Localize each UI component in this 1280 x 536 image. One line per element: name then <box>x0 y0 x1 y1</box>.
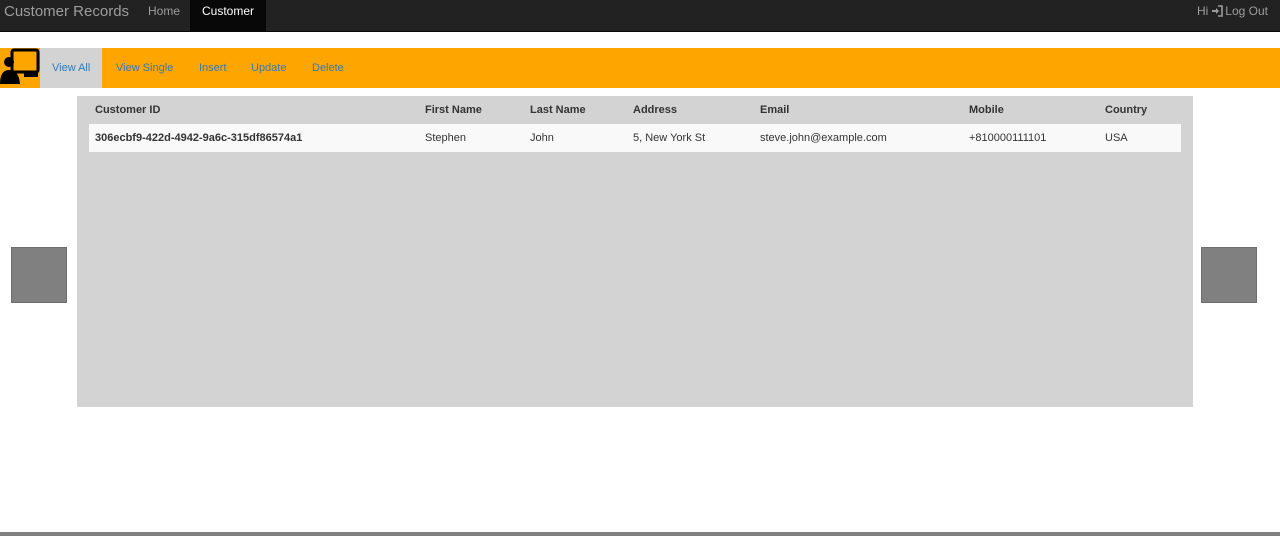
nav-customer[interactable]: Customer <box>190 0 267 31</box>
cell-customer-id: 306ecbf9-422d-4942-9a6c-315df86574a1 <box>89 124 419 152</box>
subnav-view-single[interactable]: View Single <box>104 48 185 88</box>
top-navbar: Customer Records Home Customer Hi Log Ou… <box>0 0 1280 32</box>
greeting-text: Hi <box>1196 4 1209 18</box>
cell-address: 5, New York St <box>627 124 754 152</box>
brand-title[interactable]: Customer Records <box>4 3 129 21</box>
subnav-insert[interactable]: Insert <box>187 48 239 88</box>
header-address: Address <box>633 104 678 116</box>
cell-last-name: John <box>524 124 627 152</box>
table-header-row: Customer ID First Name Last Name Address… <box>89 96 1181 124</box>
cell-country: USA <box>1099 124 1181 152</box>
sign-in-icon[interactable] <box>1211 5 1224 17</box>
subnav-view-all[interactable]: View All <box>40 48 103 88</box>
header-email: Email <box>760 104 790 116</box>
user-area: Hi Log Out <box>1197 4 1268 18</box>
subnav-update[interactable]: Update <box>239 48 298 88</box>
nav-home[interactable]: Home <box>136 0 192 31</box>
table-row[interactable]: 306ecbf9-422d-4942-9a6c-315df86574a1 Ste… <box>89 124 1181 152</box>
customer-table: Customer ID First Name Last Name Address… <box>89 96 1181 152</box>
header-first-name: First Name <box>425 104 482 116</box>
header-customer-id: Customer ID <box>95 104 161 116</box>
sub-navbar: View All View Single Insert Update Delet… <box>0 48 1280 88</box>
header-last-name: Last Name <box>530 104 586 116</box>
next-arrow-icon[interactable] <box>1201 247 1257 303</box>
customer-panel: Customer ID First Name Last Name Address… <box>77 96 1193 407</box>
monitor-user-icon <box>0 48 40 88</box>
previous-arrow-icon[interactable] <box>11 247 67 303</box>
subnav-delete[interactable]: Delete <box>300 48 356 88</box>
header-country: Country <box>1105 104 1148 116</box>
cell-email: steve.john@example.com <box>754 124 963 152</box>
footer-bar <box>0 532 1280 536</box>
logout-link[interactable]: Log Out <box>1225 4 1268 18</box>
cell-first-name: Stephen <box>419 124 524 152</box>
header-mobile: Mobile <box>969 104 1004 116</box>
cell-mobile: +810000111101 <box>963 124 1099 152</box>
